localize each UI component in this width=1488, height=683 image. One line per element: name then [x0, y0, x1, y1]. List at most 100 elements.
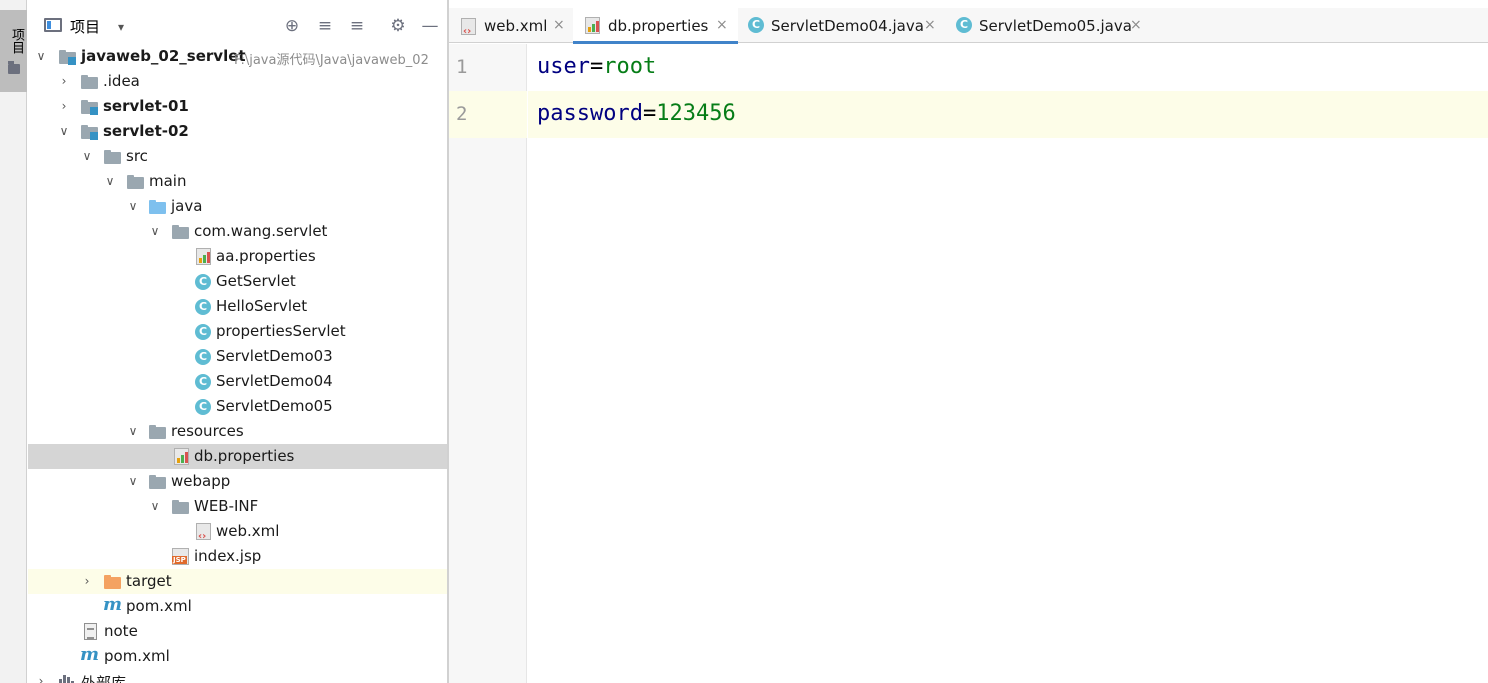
tree-item-servlet-02[interactable]: ∨ servlet-02 [28, 119, 447, 144]
code-line-text: user=root [537, 54, 656, 79]
library-icon [59, 675, 75, 683]
tree-item-helloservlet[interactable]: C HelloServlet [28, 294, 447, 319]
tree-item-index-jsp[interactable]: index.jsp [28, 544, 447, 569]
class-icon: C [956, 17, 972, 33]
locate-file-icon[interactable]: ⊕ [281, 15, 303, 37]
tree-item-label: src [126, 147, 148, 165]
chevron-right-icon[interactable]: › [34, 669, 48, 683]
tree-item-external-libraries[interactable]: › 外部库 [28, 669, 447, 683]
close-icon[interactable]: × [1130, 17, 1142, 33]
tree-item-label: com.wang.servlet [194, 222, 328, 240]
class-icon: C [195, 399, 211, 415]
tree-item-web-xml[interactable]: web.xml [28, 519, 447, 544]
code-line[interactable]: user=root [528, 44, 1488, 91]
tree-item-label: pom.xml [104, 647, 170, 665]
tree-item-propertiesservlet[interactable]: C propertiesServlet [28, 319, 447, 344]
class-icon: C [195, 274, 211, 290]
tree-item-note[interactable]: note [28, 619, 447, 644]
tree-item-getservlet[interactable]: C GetServlet [28, 269, 447, 294]
chevron-down-icon[interactable]: ∨ [80, 144, 94, 169]
class-icon: C [195, 349, 211, 365]
tree-item-java[interactable]: ∨ java [28, 194, 447, 219]
property-separator: = [589, 54, 604, 79]
tab-web-xml[interactable]: web.xml × [449, 8, 573, 43]
chevron-down-icon[interactable]: ∨ [126, 419, 140, 444]
resources-folder-icon [149, 423, 167, 440]
project-tool-window-tab[interactable]: 项目 [0, 10, 27, 92]
package-icon [172, 223, 190, 240]
tab-db-properties[interactable]: db.properties × [573, 8, 738, 44]
chevron-down-icon[interactable]: ▾ [118, 20, 124, 34]
expand-all-icon[interactable]: ≡ [314, 15, 336, 37]
tree-item-label: servlet-01 [103, 97, 189, 115]
xml-file-icon [196, 523, 211, 542]
properties-file-icon [585, 17, 600, 34]
tree-item-project-root[interactable]: ∨ javaweb_02_servlet F:\java源代码\Java\jav… [28, 44, 447, 69]
minimize-icon[interactable]: — [419, 15, 441, 37]
tree-item-label: java [171, 197, 203, 215]
chevron-right-icon[interactable]: › [80, 569, 94, 594]
tree-item-package[interactable]: ∨ com.wang.servlet [28, 219, 447, 244]
chevron-down-icon[interactable]: ∨ [103, 169, 117, 194]
tree-item-idea[interactable]: › .idea [28, 69, 447, 94]
tab-servletdemo04[interactable]: C ServletDemo04.java × [738, 8, 946, 43]
class-icon: C [748, 17, 764, 33]
tree-item-aa-properties[interactable]: aa.properties [28, 244, 447, 269]
close-icon[interactable]: × [553, 17, 565, 33]
tree-item-target[interactable]: › target [28, 569, 447, 594]
tree-item-servlet-01[interactable]: › servlet-01 [28, 94, 447, 119]
close-icon[interactable]: × [716, 17, 728, 33]
tree-item-label: ServletDemo04 [216, 372, 333, 390]
chevron-right-icon[interactable]: › [57, 69, 71, 94]
collapse-all-icon[interactable]: ≡ [346, 15, 368, 37]
property-key: user [537, 54, 590, 79]
jsp-file-icon [172, 548, 189, 565]
excluded-folder-icon [104, 573, 122, 590]
tree-item-label: HelloServlet [216, 297, 308, 315]
chevron-right-icon[interactable]: › [57, 94, 71, 119]
tree-item-db-properties[interactable]: db.properties [28, 444, 447, 469]
project-path: F:\java源代码\Java\javaweb_02 [234, 53, 429, 68]
class-icon: C [195, 324, 211, 340]
chevron-down-icon[interactable]: ∨ [148, 219, 162, 244]
property-separator: = [642, 101, 657, 126]
tab-servletdemo05[interactable]: C ServletDemo05.java × [946, 8, 1156, 43]
chevron-down-icon[interactable]: ∨ [34, 44, 48, 69]
folder-icon [127, 173, 145, 190]
close-icon[interactable]: × [924, 17, 936, 33]
gear-icon[interactable]: ⚙ [387, 15, 409, 37]
module-folder-icon [81, 123, 99, 140]
tree-item-webapp[interactable]: ∨ webapp [28, 469, 447, 494]
editor-tab-bar: web.xml × db.properties × C ServletDemo0… [449, 8, 1488, 44]
maven-icon: m [80, 644, 100, 665]
tree-item-label: ServletDemo05 [216, 397, 333, 415]
tree-item-root-pom-xml[interactable]: m pom.xml [28, 644, 447, 669]
chevron-down-icon[interactable]: ∨ [148, 494, 162, 519]
tree-item-label: target [126, 572, 172, 590]
tree-item-label: web.xml [216, 522, 280, 540]
tree-item-resources[interactable]: ∨ resources [28, 419, 447, 444]
tree-item-label: javaweb_02_servlet [81, 47, 246, 65]
xml-file-icon [461, 18, 476, 37]
tree-item-label: ServletDemo03 [216, 347, 333, 365]
properties-file-icon [196, 248, 211, 265]
chevron-down-icon[interactable]: ∨ [126, 194, 140, 219]
class-icon: C [195, 374, 211, 390]
code-editor[interactable]: user=root password=123456 [528, 44, 1488, 683]
code-line-current[interactable]: password=123456 [528, 91, 1488, 138]
tree-item-servletdemo05[interactable]: C ServletDemo05 [28, 394, 447, 419]
tree-item-servletdemo03[interactable]: C ServletDemo03 [28, 344, 447, 369]
tree-item-main[interactable]: ∨ main [28, 169, 447, 194]
project-panel-title[interactable]: 项目 [70, 16, 100, 37]
chevron-down-icon[interactable]: ∨ [57, 119, 71, 144]
tree-item-pom-xml[interactable]: m pom.xml [28, 594, 447, 619]
tree-item-servletdemo04[interactable]: C ServletDemo04 [28, 369, 447, 394]
project-tool-window-label: 项目 [9, 28, 24, 54]
maven-icon: m [103, 594, 123, 615]
chevron-down-icon[interactable]: ∨ [126, 469, 140, 494]
tree-item-web-inf[interactable]: ∨ WEB-INF [28, 494, 447, 519]
folder-icon [104, 148, 122, 165]
folder-icon [172, 498, 190, 515]
line-number: 1 [456, 56, 468, 78]
tree-item-src[interactable]: ∨ src [28, 144, 447, 169]
